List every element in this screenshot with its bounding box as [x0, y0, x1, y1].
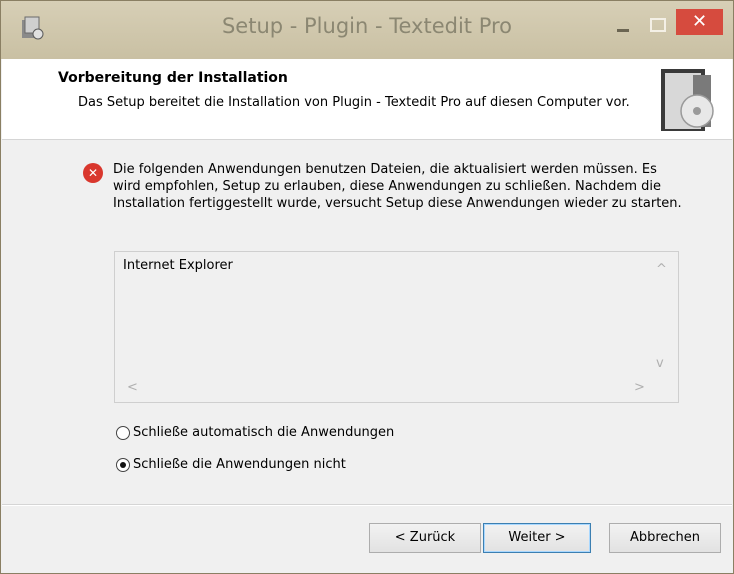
- scroll-left-arrow-icon[interactable]: <: [127, 380, 138, 395]
- setup-box-cd-icon: [661, 69, 714, 131]
- scroll-right-arrow-icon[interactable]: >: [634, 380, 645, 395]
- radio-label-do-not-close[interactable]: Schließe die Anwendungen nicht: [133, 457, 346, 472]
- footer-divider: [2, 504, 732, 506]
- close-icon: ✕: [691, 11, 708, 32]
- close-button[interactable]: ✕: [676, 9, 723, 35]
- cancel-button[interactable]: Abbrechen: [609, 523, 721, 553]
- scroll-down-arrow-icon[interactable]: v: [656, 356, 664, 371]
- radio-do-not-close[interactable]: [116, 458, 130, 472]
- setup-window: Setup - Plugin - Textedit Pro ✕ Vorberei…: [0, 0, 734, 574]
- maximize-button[interactable]: [647, 15, 667, 35]
- running-apps-message: Die folgenden Anwendungen benutzen Datei…: [113, 162, 682, 211]
- running-applications-list[interactable]: Internet Explorer ^ v < >: [114, 251, 679, 403]
- next-button[interactable]: Weiter >: [483, 523, 591, 553]
- scroll-up-arrow-icon[interactable]: ^: [656, 262, 667, 277]
- list-item[interactable]: Internet Explorer: [123, 258, 233, 273]
- title-bar[interactable]: Setup - Plugin - Textedit Pro ✕: [1, 1, 733, 59]
- radio-label-close-automatically[interactable]: Schließe automatisch die Anwendungen: [133, 425, 394, 440]
- wizard-header: Vorbereitung der Installation Das Setup …: [2, 59, 732, 140]
- error-icon: ✕: [83, 163, 103, 183]
- minimize-button[interactable]: [613, 19, 633, 35]
- page-title: Vorbereitung der Installation: [58, 70, 288, 86]
- back-button[interactable]: < Zurück: [369, 523, 481, 553]
- radio-close-automatically[interactable]: [116, 426, 130, 440]
- page-description: Das Setup bereitet die Installation von …: [78, 95, 630, 110]
